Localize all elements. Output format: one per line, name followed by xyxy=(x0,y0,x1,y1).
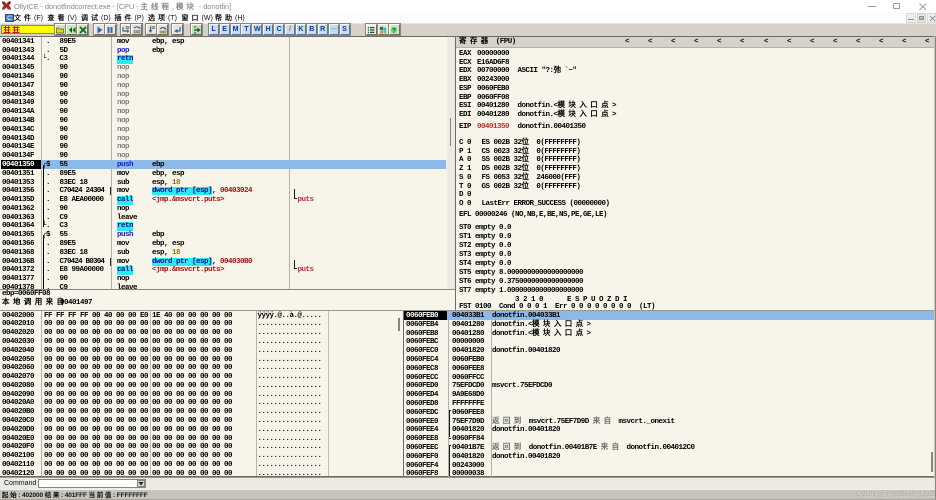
svg-text:?: ? xyxy=(392,27,396,34)
